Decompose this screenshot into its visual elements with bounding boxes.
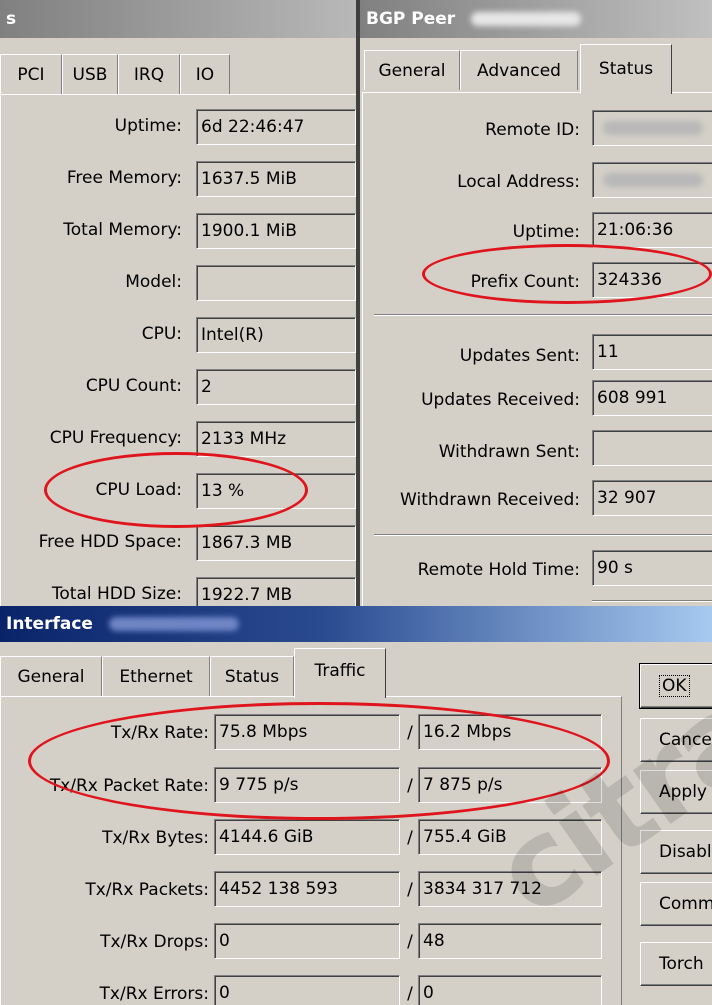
remote-id-redacted bbox=[603, 121, 703, 135]
tx-rx-packets-label: Tx/Rx Packets: bbox=[85, 880, 209, 900]
total-memory-field[interactable]: 1900.1 MiB bbox=[196, 213, 356, 249]
cpu-field[interactable]: Intel(R) bbox=[196, 317, 356, 353]
packet-rate-separator: / bbox=[407, 776, 413, 796]
updates-sent-label: Updates Sent: bbox=[459, 346, 580, 366]
cpu-load-label: CPU Load: bbox=[95, 480, 182, 500]
rate-separator: / bbox=[407, 723, 413, 743]
torch-button[interactable]: Torch bbox=[640, 942, 712, 986]
bgp-peer-window: BGP Peer General Advanced Status Remote … bbox=[360, 0, 712, 606]
tx-rx-packet-rate-label: Tx/Rx Packet Rate: bbox=[49, 776, 209, 796]
interface-window: Interface General Ethernet Status Traffi… bbox=[0, 606, 712, 1005]
tx-rx-errors-label: Tx/Rx Errors: bbox=[99, 984, 209, 1004]
remote-id-field[interactable] bbox=[592, 110, 712, 146]
remote-id-label: Remote ID: bbox=[485, 120, 580, 140]
cpu-load-field[interactable]: 13 % bbox=[196, 473, 356, 509]
tx-rx-bytes-label: Tx/Rx Bytes: bbox=[102, 828, 209, 848]
uptime-field[interactable]: 6d 22:46:47 bbox=[196, 109, 356, 145]
tx-bytes-field[interactable]: 4144.6 GiB bbox=[214, 819, 400, 855]
rx-errors-field[interactable]: 0 bbox=[418, 975, 602, 1005]
bgp-uptime-label: Uptime: bbox=[512, 222, 580, 242]
tab-irq[interactable]: IRQ bbox=[118, 54, 180, 94]
withdrawn-sent-field[interactable] bbox=[592, 430, 712, 466]
total-memory-label: Total Memory: bbox=[63, 220, 182, 240]
interface-title: Interface bbox=[6, 614, 93, 634]
tx-rx-drops-label: Tx/Rx Drops: bbox=[100, 932, 209, 952]
free-hdd-field[interactable]: 1867.3 MB bbox=[196, 525, 356, 561]
comment-button[interactable]: Comment bbox=[640, 882, 712, 926]
rx-rate-field[interactable]: 16.2 Mbps bbox=[418, 714, 602, 750]
cpu-count-label: CPU Count: bbox=[85, 376, 182, 396]
rx-packets-field[interactable]: 3834 317 712 bbox=[418, 871, 602, 907]
bgp-titlebar[interactable]: BGP Peer bbox=[360, 0, 712, 38]
bgp-title: BGP Peer bbox=[366, 9, 456, 29]
withdrawn-received-field[interactable]: 32 907 bbox=[592, 480, 712, 516]
tab-status[interactable]: Status bbox=[580, 44, 672, 94]
tx-packets-field[interactable]: 4452 138 593 bbox=[214, 871, 400, 907]
bgp-separator-2 bbox=[374, 534, 712, 536]
withdrawn-sent-label: Withdrawn Sent: bbox=[438, 442, 580, 462]
tab-io[interactable]: IO bbox=[180, 54, 230, 94]
bgp-uptime-field[interactable]: 21:06:36 bbox=[592, 212, 712, 248]
apply-button[interactable]: Apply bbox=[640, 770, 712, 814]
prefix-count-field[interactable]: 324336 bbox=[592, 262, 712, 298]
tab-usb[interactable]: USB bbox=[62, 54, 118, 94]
tab-traffic[interactable]: Traffic bbox=[294, 648, 386, 698]
free-memory-field[interactable]: 1637.5 MiB bbox=[196, 161, 356, 197]
prefix-count-label: Prefix Count: bbox=[470, 272, 580, 292]
bgp-title-redacted bbox=[471, 12, 582, 26]
resources-titlebar[interactable]: s bbox=[0, 0, 356, 38]
rx-bytes-field[interactable]: 755.4 GiB bbox=[418, 819, 602, 855]
interface-title-redacted bbox=[108, 617, 239, 631]
tx-drops-field[interactable]: 0 bbox=[214, 923, 400, 959]
local-address-redacted bbox=[603, 173, 703, 187]
remote-hold-time-label: Remote Hold Time: bbox=[417, 560, 580, 580]
updates-received-label: Updates Received: bbox=[421, 390, 580, 410]
withdrawn-received-label: Withdrawn Received: bbox=[400, 490, 580, 510]
tab-general[interactable]: General bbox=[0, 656, 102, 696]
bgp-separator-1 bbox=[374, 314, 712, 316]
cpu-frequency-field[interactable]: 2133 MHz bbox=[196, 421, 356, 457]
tab-ethernet[interactable]: Ethernet bbox=[102, 656, 210, 696]
window-divider bbox=[356, 0, 360, 606]
updates-received-field[interactable]: 608 991 bbox=[592, 380, 712, 416]
drops-separator: / bbox=[407, 932, 413, 952]
rx-drops-field[interactable]: 48 bbox=[418, 923, 602, 959]
uptime-label: Uptime: bbox=[114, 116, 182, 136]
resources-title: s bbox=[6, 9, 17, 29]
rx-packet-rate-field[interactable]: 7 875 p/s bbox=[418, 767, 602, 803]
local-address-label: Local Address: bbox=[457, 172, 580, 192]
total-hdd-label: Total HDD Size: bbox=[51, 584, 182, 604]
interface-titlebar[interactable]: Interface bbox=[0, 606, 712, 642]
cpu-label: CPU: bbox=[141, 324, 182, 344]
model-label: Model: bbox=[125, 272, 182, 292]
remote-hold-time-field[interactable]: 90 s bbox=[592, 550, 712, 586]
packets-separator: / bbox=[407, 880, 413, 900]
tx-rate-field[interactable]: 75.8 Mbps bbox=[214, 714, 400, 750]
tab-pci[interactable]: PCI bbox=[0, 54, 62, 94]
model-field[interactable] bbox=[196, 265, 356, 301]
disable-button[interactable]: Disable bbox=[640, 830, 712, 874]
local-address-field[interactable] bbox=[592, 162, 712, 198]
ok-button[interactable]: OK bbox=[639, 663, 712, 709]
updates-sent-field[interactable]: 11 bbox=[592, 334, 712, 370]
cpu-frequency-label: CPU Frequency: bbox=[49, 428, 182, 448]
tx-rx-rate-label: Tx/Rx Rate: bbox=[110, 723, 209, 743]
errors-separator: / bbox=[407, 984, 413, 1004]
resources-window: s PCI USB IRQ IO Uptime: 6d 22:46:47 Fre… bbox=[0, 0, 356, 606]
tx-errors-field[interactable]: 0 bbox=[214, 975, 400, 1005]
tab-status[interactable]: Status bbox=[210, 656, 294, 696]
free-memory-label: Free Memory: bbox=[66, 168, 182, 188]
tx-packet-rate-field[interactable]: 9 775 p/s bbox=[214, 767, 400, 803]
free-hdd-label: Free HDD Space: bbox=[38, 532, 182, 552]
bgp-separator-3 bbox=[592, 600, 712, 602]
tab-advanced[interactable]: Advanced bbox=[460, 50, 578, 90]
total-hdd-field[interactable]: 1922.7 MB bbox=[196, 577, 356, 606]
cancel-button[interactable]: Cancel bbox=[640, 718, 712, 762]
bytes-separator: / bbox=[407, 828, 413, 848]
cpu-count-field[interactable]: 2 bbox=[196, 369, 356, 405]
tab-general[interactable]: General bbox=[364, 50, 460, 90]
